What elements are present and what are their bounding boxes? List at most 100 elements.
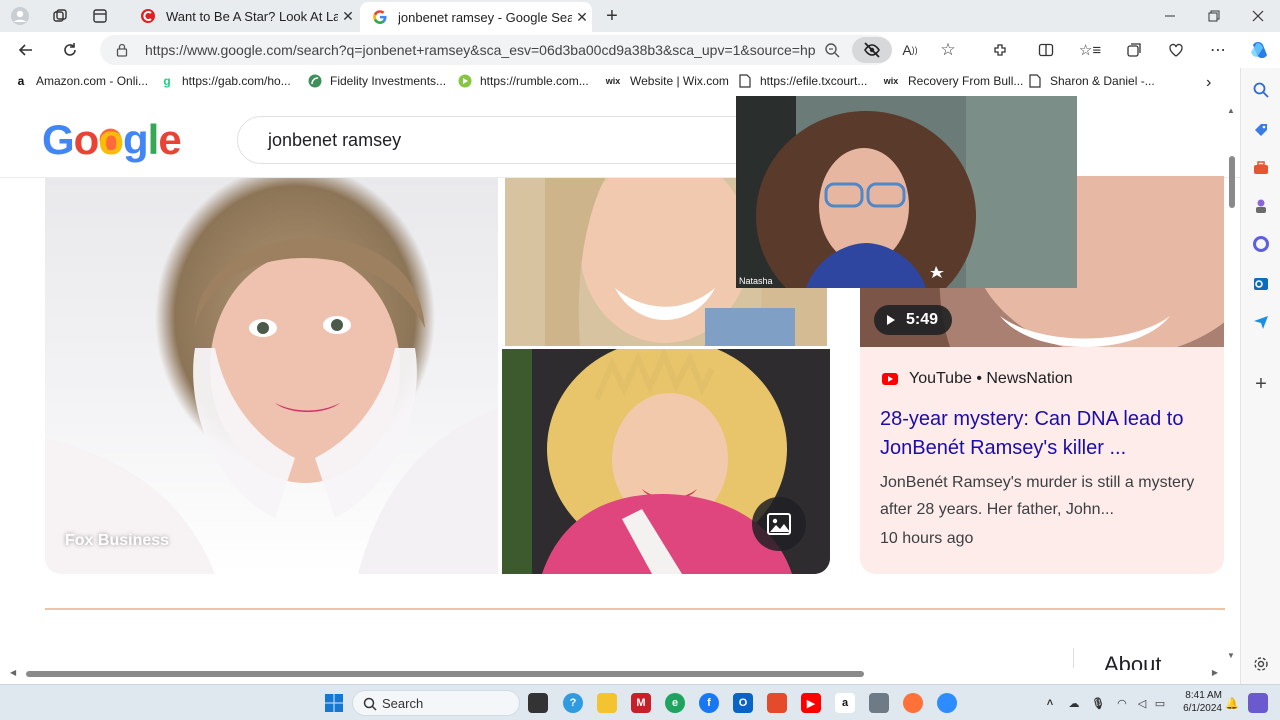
outlook-icon[interactable] <box>1251 274 1271 294</box>
task-view-icon[interactable] <box>528 693 548 713</box>
onedrive-cloud-icon[interactable]: ☁ <box>1064 693 1084 713</box>
add-icon[interactable]: + <box>1251 373 1271 395</box>
youtube-taskbar-icon[interactable]: ▶ <box>801 693 821 713</box>
microsoft-365-icon[interactable] <box>1251 234 1271 254</box>
tab-actions-icon[interactable] <box>90 6 110 26</box>
copilot-icon[interactable] <box>1248 38 1272 62</box>
bookmark-rumble[interactable]: https://rumble.com... <box>458 74 589 88</box>
outlook-taskbar-icon[interactable]: O <box>733 693 753 713</box>
bookmark-recovery[interactable]: wix Recovery From Bull... <box>882 74 1024 88</box>
edge-icon[interactable]: e <box>665 693 685 713</box>
refresh-icon[interactable] <box>60 40 80 60</box>
windows-start-icon[interactable] <box>324 693 344 713</box>
chevron-right-icon[interactable]: › <box>1206 74 1211 92</box>
bookmark-fidelity[interactable]: Fidelity Investments... <box>308 74 446 88</box>
favorite-star-icon[interactable]: ☆ <box>938 40 958 60</box>
minimize-icon[interactable] <box>1160 6 1180 26</box>
horizontal-scroll-thumb[interactable] <box>26 671 864 677</box>
send-icon[interactable] <box>1251 312 1271 332</box>
store-icon[interactable] <box>767 693 787 713</box>
wifi-icon[interactable]: ◠ <box>1112 693 1132 713</box>
favorites-icon[interactable]: ☆≡ <box>1079 40 1101 60</box>
browser-essentials-icon[interactable] <box>1166 40 1186 60</box>
wix-icon: wix <box>605 76 621 86</box>
tools-briefcase-icon[interactable] <box>1251 158 1271 178</box>
split-screen-icon[interactable] <box>1036 40 1056 60</box>
fidelity-icon <box>308 74 322 88</box>
amazon-taskbar-icon[interactable]: a <box>835 693 855 713</box>
url-text[interactable]: https://www.google.com/search?q=jonbenet… <box>145 42 815 58</box>
new-tab-icon[interactable]: + <box>602 5 622 27</box>
firefox-icon[interactable] <box>903 693 923 713</box>
section-divider <box>45 608 1225 610</box>
bookmark-efile[interactable]: https://efile.txcourt... <box>738 74 867 88</box>
tab-strip: Want to Be A Star? Look At Lady ✕ jonben… <box>0 0 1280 32</box>
search-box[interactable]: jonbenet ramsey <box>237 116 797 164</box>
tracking-prevention-button[interactable] <box>852 37 892 63</box>
settings-gear-icon[interactable] <box>1251 654 1271 674</box>
notifications-bell-icon[interactable]: 🔔 <box>1222 693 1242 713</box>
collections-icon[interactable] <box>1124 40 1144 60</box>
site-favicon-icon <box>141 9 155 23</box>
gab-icon: g <box>163 74 171 88</box>
scroll-left-icon[interactable]: ◀ <box>10 668 16 677</box>
clock-date: 6/1/2024 <box>1183 703 1222 714</box>
camera-icon[interactable] <box>869 693 889 713</box>
close-tab-icon[interactable]: ✕ <box>338 8 358 25</box>
restore-icon[interactable] <box>1204 6 1224 26</box>
horizontal-scrollbar[interactable]: ◀ ▶ <box>10 668 1224 680</box>
video-source-row[interactable]: YouTube • NewsNation <box>882 370 1073 388</box>
zoom-icon[interactable] <box>822 40 842 60</box>
image-icon <box>767 513 791 535</box>
close-window-icon[interactable] <box>1248 6 1268 26</box>
read-aloud-icon[interactable]: A)) <box>900 40 920 60</box>
clock[interactable]: 8:41 AM 6/1/2024 <box>1172 689 1222 715</box>
workspaces-icon[interactable] <box>50 6 70 26</box>
about-divider <box>1073 648 1074 668</box>
google-logo[interactable]: Google <box>42 116 182 164</box>
extensions-icon[interactable] <box>990 40 1010 60</box>
tab-title: Want to Be A Star? Look At Lady <box>166 8 338 24</box>
games-icon[interactable] <box>1251 196 1271 216</box>
bookmark-wix[interactable]: wix Website | Wix.com <box>604 74 729 88</box>
bookmark-sharon-daniel[interactable]: Sharon & Daniel -... <box>1028 74 1155 88</box>
battery-icon[interactable]: ▭ <box>1150 693 1170 713</box>
bookmark-gab[interactable]: g https://gab.com/ho... <box>160 74 290 88</box>
address-bar[interactable]: https://www.google.com/search?q=jonbenet… <box>100 35 892 65</box>
file-explorer-icon[interactable] <box>597 693 617 713</box>
child-photo-illustration <box>45 237 498 574</box>
search-icon[interactable] <box>1251 80 1271 100</box>
profile-icon[interactable] <box>10 6 30 26</box>
document-icon <box>1028 74 1042 88</box>
widgets-icon[interactable] <box>1248 693 1268 713</box>
chevron-up-icon[interactable]: ˄ <box>1040 693 1060 713</box>
lock-icon[interactable] <box>112 40 132 60</box>
vertical-scroll-thumb[interactable] <box>1229 156 1235 208</box>
zoom-app-icon[interactable] <box>937 693 957 713</box>
mcafee-icon[interactable]: M <box>631 693 651 713</box>
image-search-button[interactable] <box>752 497 806 551</box>
vertical-scrollbar[interactable]: ▲ ▼ <box>1226 104 1238 660</box>
shopping-tag-icon[interactable] <box>1251 120 1271 140</box>
tab-google-search[interactable]: jonbenet ramsey - Google Search ✕ <box>360 2 592 32</box>
close-tab-icon[interactable]: ✕ <box>572 9 592 26</box>
scroll-down-icon[interactable]: ▼ <box>1227 651 1235 660</box>
webcam-video-illustration <box>736 96 1077 288</box>
result-image-bottom[interactable] <box>502 349 830 574</box>
microphone-icon[interactable]: 🎙 <box>1088 693 1108 713</box>
video-title-link[interactable]: 28-year mystery: Can DNA lead to JonBené… <box>880 405 1210 463</box>
back-icon[interactable] <box>16 40 36 60</box>
bookmark-amazon[interactable]: a Amazon.com - Onli... <box>14 74 148 88</box>
settings-menu-icon[interactable]: ⋯ <box>1208 40 1228 60</box>
copilot-taskbar-icon[interactable]: ? <box>563 693 583 713</box>
document-icon <box>738 74 752 88</box>
volume-icon[interactable]: ◁ <box>1132 693 1152 713</box>
search-input[interactable]: jonbenet ramsey <box>268 130 401 151</box>
bookmark-label: Sharon & Daniel -... <box>1050 74 1155 88</box>
result-image-main[interactable]: Fox Business <box>45 178 498 574</box>
scroll-right-icon[interactable]: ▶ <box>1212 668 1218 677</box>
tab-lady[interactable]: Want to Be A Star? Look At Lady ✕ <box>128 0 358 32</box>
facebook-icon[interactable]: f <box>699 693 719 713</box>
scroll-up-icon[interactable]: ▲ <box>1227 106 1235 115</box>
taskbar-search[interactable]: Search <box>352 690 520 716</box>
